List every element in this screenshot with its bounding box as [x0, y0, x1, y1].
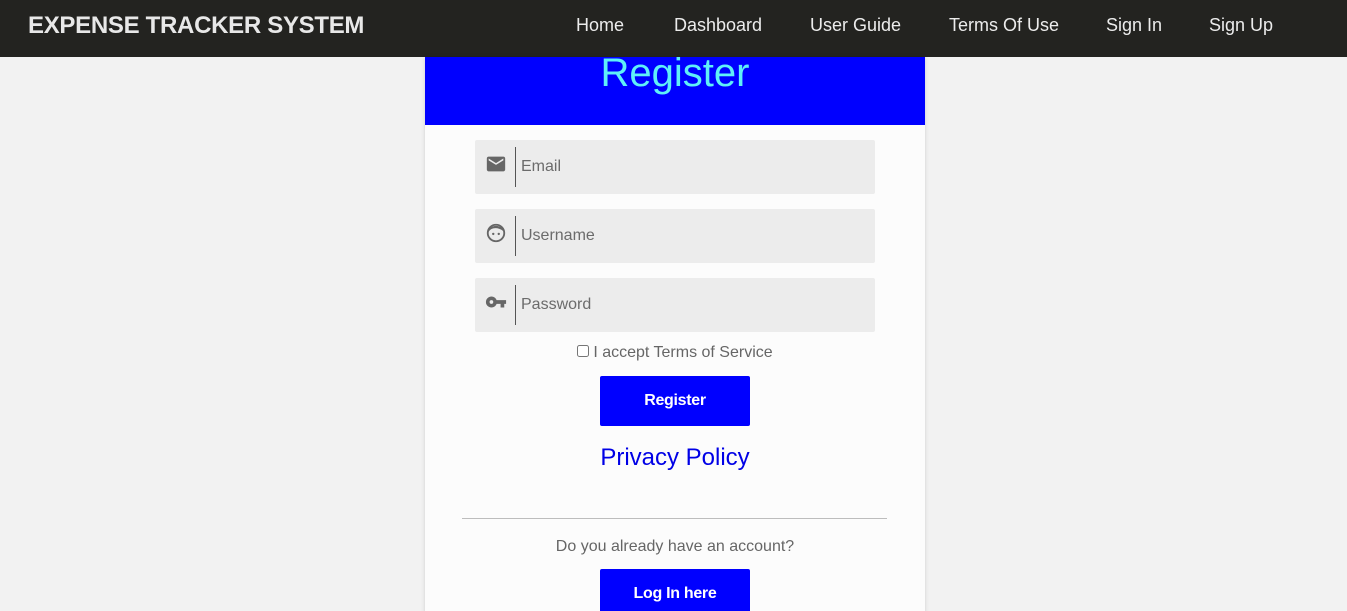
- nav-user-guide[interactable]: User Guide: [810, 15, 901, 36]
- nav-dashboard[interactable]: Dashboard: [674, 15, 762, 36]
- terms-label: I accept Terms of Service: [593, 344, 773, 361]
- password-input[interactable]: [517, 285, 867, 325]
- nav-terms-of-use[interactable]: Terms Of Use: [949, 15, 1059, 36]
- nav-home[interactable]: Home: [576, 15, 624, 36]
- navbar: EXPENSE TRACKER SYSTEM Home Dashboard Us…: [0, 0, 1347, 57]
- register-button[interactable]: Register: [600, 376, 750, 426]
- key-icon: [485, 291, 507, 313]
- nav-sign-in[interactable]: Sign In: [1106, 15, 1162, 36]
- email-field: [475, 140, 875, 194]
- field-divider: [515, 285, 516, 325]
- mail-icon: [485, 153, 507, 175]
- email-input[interactable]: [517, 147, 867, 187]
- card-header: Register: [425, 51, 925, 125]
- username-field: [475, 209, 875, 263]
- page-title: Register: [600, 51, 750, 95]
- register-card: Register Email Username I accept Terms o…: [425, 51, 925, 611]
- field-divider: [515, 147, 516, 187]
- field-divider: [515, 216, 516, 256]
- brand-logo-text[interactable]: EXPENSE TRACKER SYSTEM: [28, 12, 364, 40]
- terms-row: I accept Terms of Service: [425, 344, 925, 362]
- login-button[interactable]: Log In here: [600, 569, 750, 611]
- privacy-policy-link[interactable]: Privacy Policy: [425, 444, 925, 472]
- account-question: Do you already have an account?: [555, 538, 795, 555]
- username-input[interactable]: [517, 216, 867, 256]
- face-icon: [485, 222, 507, 244]
- nav-sign-up[interactable]: Sign Up: [1209, 15, 1273, 36]
- password-field: [475, 278, 875, 332]
- divider: [462, 518, 887, 519]
- terms-checkbox[interactable]: [577, 345, 590, 357]
